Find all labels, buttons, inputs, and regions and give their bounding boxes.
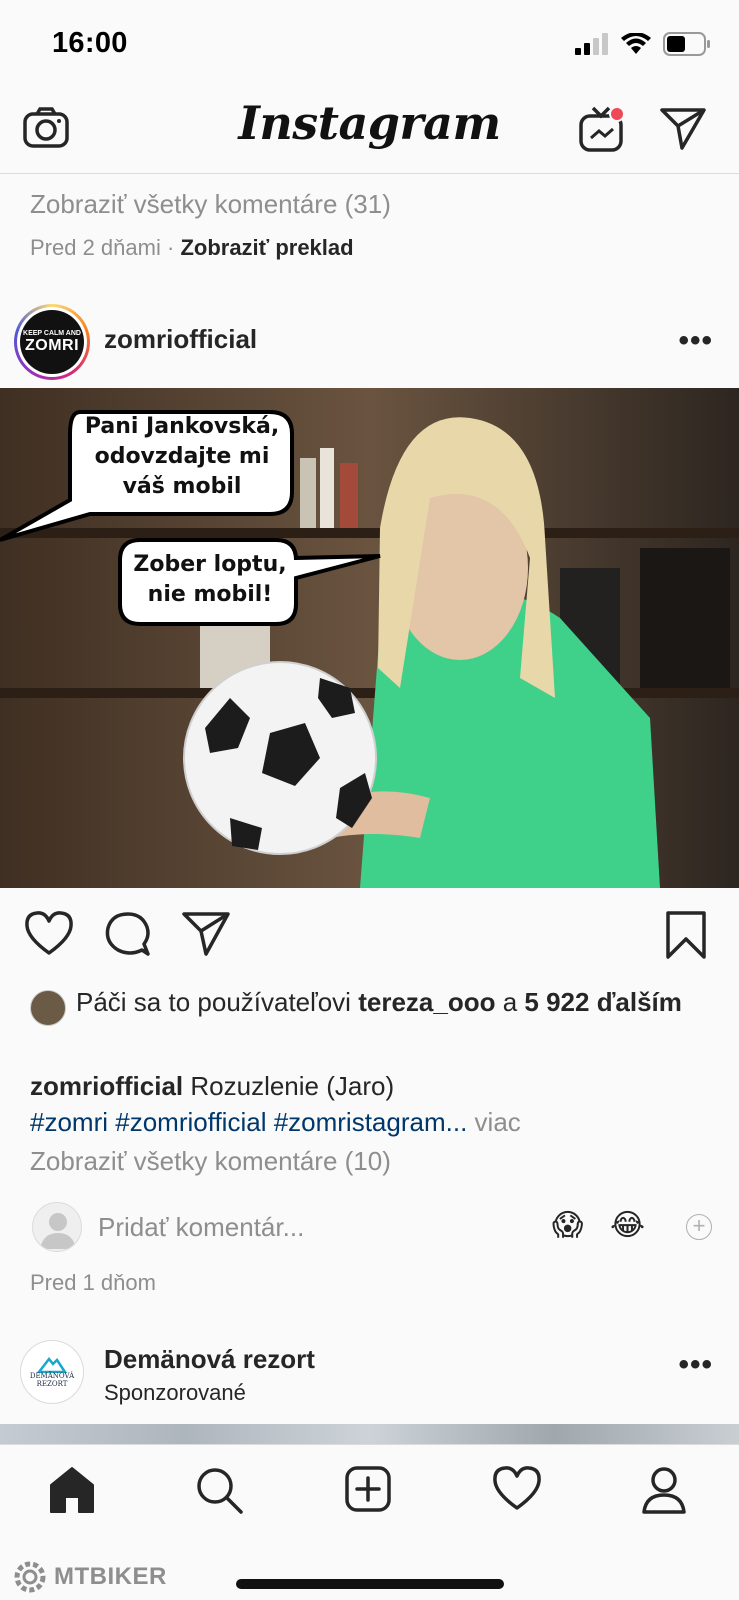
save-button[interactable] — [664, 910, 708, 965]
post-more-options-button[interactable]: ••• — [678, 324, 713, 358]
mountain-logo-icon — [37, 1357, 67, 1374]
paper-plane-icon — [660, 108, 706, 150]
separator: · — [166, 235, 175, 260]
liker-username[interactable]: tereza_ooo — [358, 987, 495, 1017]
post-username[interactable]: zomriofficial — [104, 324, 257, 355]
liker-avatar — [30, 990, 66, 1026]
tab-new-post[interactable] — [344, 1465, 392, 1518]
top-navigation-bar: Instagram — [0, 92, 739, 174]
speech-bubble-2: Zober loptu, nie mobil! — [122, 550, 298, 610]
heart-icon — [493, 1466, 541, 1510]
user-placeholder-icon — [40, 1213, 76, 1249]
direct-messages-button[interactable] — [660, 106, 706, 155]
like-button[interactable] — [24, 910, 74, 961]
advertiser-name[interactable]: Demänová rezort — [104, 1344, 315, 1375]
home-indicator — [236, 1579, 504, 1589]
likes-text: Páči sa to používateľovi tereza_ooo a 5 … — [76, 986, 720, 1018]
post-actions — [0, 888, 739, 980]
previous-post-meta: Pred 2 dňami · Zobraziť preklad — [30, 235, 354, 261]
post-caption: zomriofficial Rozuzlenie (Jaro) #zomri #… — [30, 1068, 720, 1140]
likes-suffix[interactable]: ďalším — [597, 987, 682, 1017]
laugh-emoji-button[interactable]: 😂 — [610, 1208, 645, 1243]
wifi-icon — [621, 33, 651, 54]
bookmark-icon — [666, 911, 706, 959]
add-post-icon — [345, 1466, 391, 1512]
watermark-text: MTBIKER — [54, 1563, 167, 1590]
caption-username[interactable]: zomriofficial — [30, 1071, 183, 1101]
previous-post-time: Pred 2 dňami — [30, 235, 161, 260]
speech-bubble-1: Pani Jankovská, odovzdajte mi váš mobil — [72, 412, 292, 502]
heart-icon — [25, 911, 73, 955]
scream-emoji-button[interactable]: 😱 — [552, 1208, 583, 1243]
caption-hashtags[interactable]: #zomri #zomriofficial #zomristagram... — [30, 1107, 467, 1137]
sponsored-post-header: DEMÄNOVÁ REZORT Demänová rezort Sponzoro… — [0, 1338, 739, 1414]
mtbiker-watermark: MTBIKER — [12, 1559, 167, 1595]
likes-and: a — [502, 987, 518, 1017]
likes-prefix: Páči sa to používateľovi — [76, 987, 351, 1017]
home-icon — [50, 1467, 94, 1513]
view-all-comments-link[interactable]: Zobraziť všetky komentáre (10) — [30, 1146, 391, 1177]
speech-bubble-2-text: Zober loptu, nie mobil! — [133, 552, 287, 607]
instagram-logo: Instagram — [238, 96, 501, 150]
advertiser-logo-text-2: REZORT — [36, 1380, 68, 1388]
status-icons — [575, 32, 711, 56]
likes-summary[interactable]: Páči sa to používateľovi tereza_ooo a 5 … — [30, 986, 720, 1026]
see-translation-link[interactable]: Zobraziť preklad — [180, 235, 353, 260]
profile-icon — [642, 1467, 686, 1514]
avatar-text-top: KEEP CALM AND — [23, 329, 81, 337]
advertiser-avatar[interactable]: DEMÄNOVÁ REZORT — [20, 1340, 84, 1404]
sponsored-post-image[interactable] — [0, 1424, 739, 1444]
sponsored-label: Sponzorované — [104, 1380, 246, 1405]
post-header: KEEP CALM AND ZOMRI zomriofficial ••• — [0, 298, 739, 388]
share-button[interactable] — [182, 910, 230, 961]
status-time: 16:00 — [52, 27, 128, 59]
tab-search[interactable] — [194, 1465, 244, 1520]
bottom-tab-bar: MTBIKER — [0, 1444, 739, 1600]
add-emoji-button[interactable]: + — [686, 1214, 712, 1240]
search-icon — [197, 1468, 243, 1514]
post-timestamp: Pred 1 dňom — [30, 1270, 156, 1295]
comment-icon — [105, 912, 150, 956]
signal-icon — [575, 33, 608, 55]
igtv-button[interactable] — [578, 104, 626, 159]
likes-count[interactable]: 5 922 — [524, 987, 589, 1017]
avatar-text-main: ZOMRI — [24, 336, 80, 354]
caption-text: Rozuzlenie (Jaro) — [190, 1071, 395, 1101]
speech-bubble-1-text: Pani Jankovská, odovzdajte mi váš mobil — [84, 414, 280, 499]
add-comment-input[interactable]: Pridať komentár... — [98, 1212, 304, 1243]
caption-more-link[interactable]: viac — [475, 1107, 521, 1137]
tab-home[interactable] — [48, 1465, 96, 1520]
paper-plane-icon — [182, 912, 230, 956]
post-image[interactable]: Pani Jankovská, odovzdajte mi váš mobil … — [0, 388, 739, 888]
post-avatar[interactable]: KEEP CALM AND ZOMRI — [14, 304, 90, 380]
tab-activity[interactable] — [492, 1465, 542, 1516]
view-comments-link[interactable]: Zobraziť všetky komentáre (31) — [30, 189, 391, 220]
gear-icon — [14, 1561, 46, 1593]
ad-more-options-button[interactable]: ••• — [678, 1348, 713, 1382]
current-user-avatar — [32, 1202, 82, 1252]
comment-button[interactable] — [104, 910, 152, 963]
add-comment-row: Pridať komentár... 😱 😂 + — [0, 1198, 739, 1254]
battery-icon — [663, 32, 710, 56]
igtv-icon — [579, 106, 625, 152]
status-bar: 16:00 — [0, 0, 739, 92]
tab-profile[interactable] — [640, 1465, 688, 1520]
